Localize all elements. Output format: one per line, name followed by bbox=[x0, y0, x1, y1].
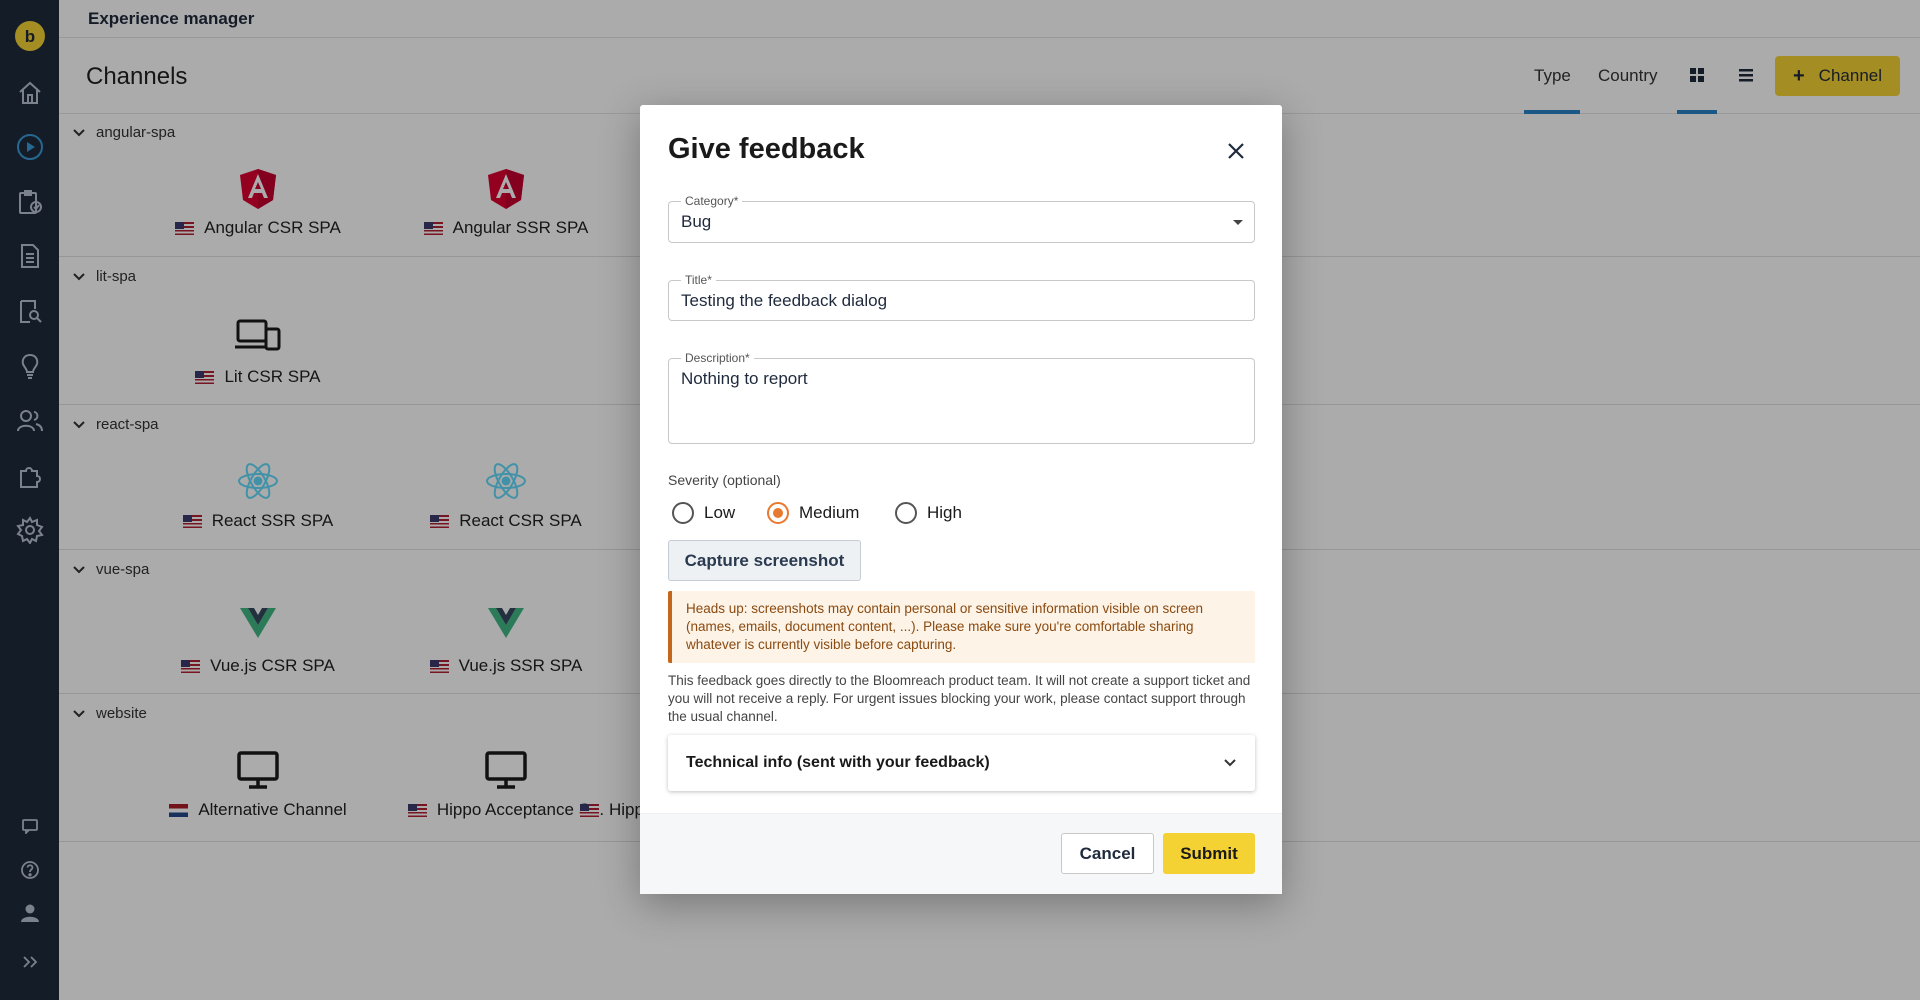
radio-unchecked-icon bbox=[672, 502, 694, 524]
description-value: Nothing to report bbox=[681, 369, 808, 388]
description-label: Description* bbox=[681, 351, 754, 365]
title-label: Title* bbox=[681, 273, 716, 287]
title-value: Testing the feedback dialog bbox=[681, 291, 888, 310]
severity-medium-label: Medium bbox=[799, 503, 860, 522]
severity-low-radio[interactable]: Low bbox=[672, 502, 735, 524]
feedback-note: This feedback goes directly to the Bloom… bbox=[668, 673, 1251, 724]
close-icon[interactable] bbox=[1220, 135, 1252, 167]
severity-low-label: Low bbox=[704, 503, 736, 522]
category-select[interactable]: Category* Bug bbox=[668, 194, 1255, 243]
severity-label: Severity (optional) bbox=[668, 472, 781, 488]
dropdown-arrow-icon bbox=[1233, 220, 1243, 225]
severity-medium-radio[interactable]: Medium bbox=[767, 502, 859, 524]
screenshot-warning: Heads up: screenshots may contain person… bbox=[668, 591, 1255, 663]
category-value: Bug bbox=[681, 212, 712, 231]
radio-checked-icon bbox=[767, 502, 789, 524]
severity-high-label: High bbox=[927, 503, 962, 522]
radio-unchecked-icon bbox=[895, 502, 917, 524]
dialog-footer: Cancel Submit bbox=[640, 813, 1282, 894]
category-label: Category* bbox=[681, 194, 743, 208]
severity-high-radio[interactable]: High bbox=[895, 502, 962, 524]
cancel-button[interactable]: Cancel bbox=[1061, 833, 1154, 874]
technical-info-expander[interactable]: Technical info (sent with your feedback) bbox=[668, 735, 1255, 791]
feedback-dialog: Give feedback Category* Bug Title* Testi… bbox=[640, 105, 1282, 894]
technical-info-label: Technical info (sent with your feedback) bbox=[686, 754, 990, 771]
submit-button[interactable]: Submit bbox=[1163, 833, 1255, 874]
capture-screenshot-button[interactable]: Capture screenshot bbox=[668, 540, 861, 581]
chevron-down-icon bbox=[1224, 759, 1236, 767]
title-field[interactable]: Title* Testing the feedback dialog bbox=[668, 273, 1255, 321]
dialog-title: Give feedback bbox=[668, 133, 865, 165]
description-textarea[interactable]: Description* Nothing to report bbox=[668, 351, 1255, 444]
